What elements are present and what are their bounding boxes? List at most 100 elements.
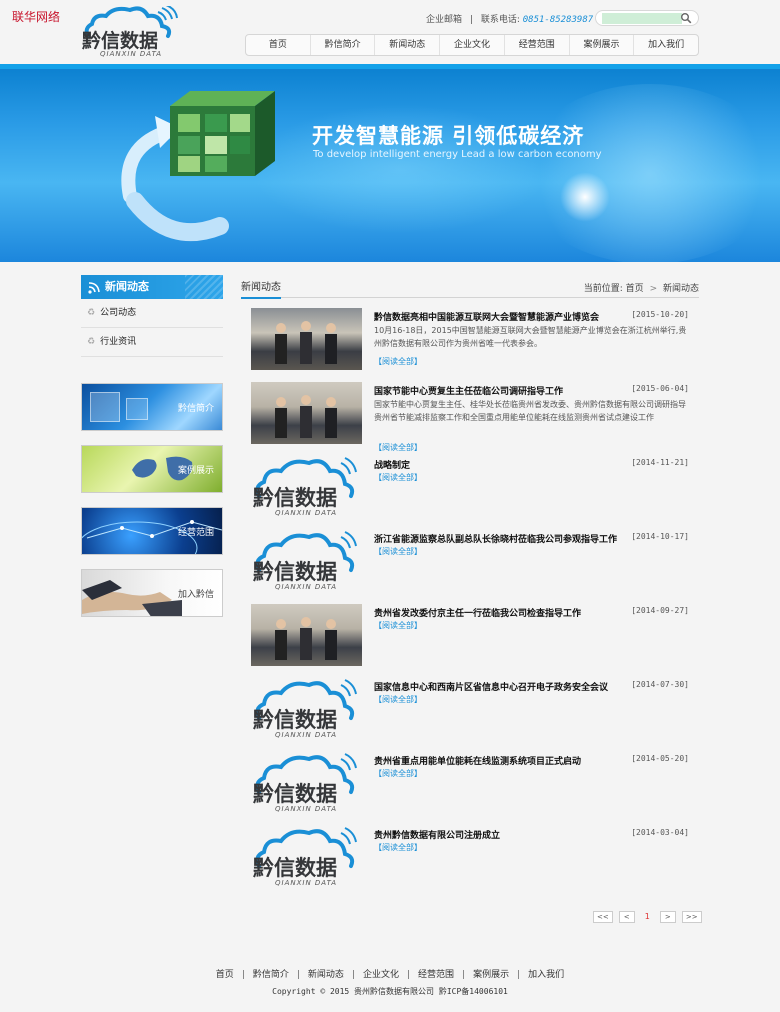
news-thumbnail-logo[interactable]: 黔信数据 QIANXIN DATA <box>251 678 362 740</box>
nav-item-about[interactable]: 黔信简介 <box>309 35 375 55</box>
news-title[interactable]: 贵州黔信数据有限公司注册成立 <box>374 828 500 841</box>
news-summary: 10月16-18日，2015中国智慧能源互联网大会暨智慧能源产业博览会在浙江杭州… <box>374 326 687 348</box>
thumbnail-logo-text: 黔信数据 <box>253 486 337 510</box>
news-thumbnail-logo[interactable]: 黔信数据 QIANXIN DATA <box>251 752 362 814</box>
email-link[interactable]: 企业邮箱 <box>426 15 462 25</box>
thumbnail-logo-subtext: QIANXIN DATA <box>275 583 338 591</box>
sidebar-item-label: 公司动态 <box>100 308 137 318</box>
news-item: 黔信数据 QIANXIN DATA 贵州省重点用能单位能耗在线监测系统项目正式启动 [… <box>251 752 689 816</box>
news-thumbnail-photo[interactable] <box>251 308 362 370</box>
thumbnail-logo-subtext: QIANXIN DATA <box>275 509 338 517</box>
banner-headline: 开发智慧能源 引领低碳经济 <box>312 124 585 148</box>
read-more-link[interactable]: 【阅读全部】 <box>374 694 422 705</box>
read-more-link[interactable]: 【阅读全部】 <box>374 620 422 631</box>
last-page-button[interactable]: >> <box>681 911 702 923</box>
news-item: 国家节能中心贾复生主任莅临公司调研指导工作 [2015-06-04] 国家节能中心贾… <box>251 382 689 452</box>
logo-text: 黔信数据 <box>82 30 159 52</box>
page: 联华网络 黔信数据 QIANXIN DATA 企业邮箱 | 联系电话: 0851… <box>0 0 780 1012</box>
news-title[interactable]: 浙江省能源监察总队副总队长徐晓村莅临我公司参观指导工作 <box>374 532 617 545</box>
read-more-link[interactable]: 【阅读全部】 <box>374 442 422 453</box>
promo-cases[interactable]: 案例展示 <box>81 445 223 493</box>
cube-arrow-graphic <box>121 91 275 242</box>
promo-label: 案例展示 <box>177 466 214 476</box>
thumbnail-logo-subtext: QIANXIN DATA <box>275 805 338 813</box>
news-title[interactable]: 贵州省重点用能单位能耗在线监测系统项目正式启动 <box>374 754 581 767</box>
divider: | <box>296 970 300 980</box>
read-more-link[interactable]: 【阅读全部】 <box>374 842 422 853</box>
corner-label: 联华网络 <box>12 10 61 24</box>
nav-item-home[interactable]: 首页 <box>246 35 310 55</box>
news-thumbnail-logo[interactable]: 黔信数据 QIANXIN DATA <box>251 456 362 518</box>
promo-about[interactable]: 黔信简介 <box>81 383 223 431</box>
title-stripes <box>185 275 223 299</box>
footer-link-home[interactable]: 首页 <box>216 970 234 980</box>
search-box <box>595 10 699 26</box>
footer-link-culture[interactable]: 企业文化 <box>363 970 399 980</box>
read-more-link[interactable]: 【阅读全部】 <box>374 472 422 483</box>
news-title[interactable]: 国家节能中心贾复生主任莅临公司调研指导工作 <box>374 384 563 397</box>
sidebar-title-label: 新闻动态 <box>105 280 149 293</box>
news-item: 黔信数据 QIANXIN DATA 贵州黔信数据有限公司注册成立 [2014-03-0… <box>251 826 689 890</box>
nav-item-culture[interactable]: 企业文化 <box>439 35 504 55</box>
news-thumbnail-logo[interactable]: 黔信数据 QIANXIN DATA <box>251 826 362 888</box>
sidebar-item-industry-news[interactable]: ♻ 行业资讯 <box>81 328 223 357</box>
divider: | <box>407 970 411 980</box>
divider: | <box>351 970 355 980</box>
company-logo[interactable]: 黔信数据 QIANXIN DATA <box>80 6 180 62</box>
banner-subline: To develop intelligent energy Lead a low… <box>313 149 602 160</box>
section-title: 新闻动态 <box>241 278 281 299</box>
first-page-button[interactable]: << <box>593 911 613 923</box>
promo-join[interactable]: 加入黔信 <box>81 569 223 617</box>
breadcrumb: 当前位置: 首页 > 新闻动态 <box>584 281 699 294</box>
news-thumbnail-photo[interactable] <box>251 604 362 666</box>
promo-business[interactable]: 经营范围 <box>81 507 223 555</box>
footer-link-join[interactable]: 加入我们 <box>528 970 564 980</box>
read-more-link[interactable]: 【阅读全部】 <box>374 356 422 367</box>
promo-label: 加入黔信 <box>177 590 214 600</box>
breadcrumb-home[interactable]: 首页 <box>626 284 644 294</box>
thumbnail-logo-subtext: QIANXIN DATA <box>275 731 338 739</box>
news-title[interactable]: 黔信数据亮相中国能源互联网大会暨智慧能源产业博览会 <box>374 310 599 323</box>
footer-link-cases[interactable]: 案例展示 <box>473 970 509 980</box>
read-more-link[interactable]: 【阅读全部】 <box>374 768 422 779</box>
promo-label: 经营范围 <box>177 528 214 538</box>
breadcrumb-prefix: 当前位置: <box>583 284 623 294</box>
news-thumbnail-photo[interactable] <box>251 382 362 444</box>
news-title[interactable]: 战略制定 <box>374 458 410 471</box>
nav-item-news[interactable]: 新闻动态 <box>374 35 439 55</box>
sidebar: 新闻动态 ♻ 公司动态 ♻ 行业资讯 <box>81 275 223 357</box>
news-title[interactable]: 贵州省发改委付京主任一行莅临我公司检查指导工作 <box>374 606 581 619</box>
main-nav: 首页 黔信简介 新闻动态 企业文化 经营范围 案例展示 加入我们 <box>245 34 699 56</box>
banner-sparkle <box>560 172 610 222</box>
top-links: 企业邮箱 | 联系电话: 0851-85283987 <box>426 12 593 25</box>
promo-label: 黔信简介 <box>177 404 214 414</box>
breadcrumb-current: 新闻动态 <box>662 284 699 294</box>
footer-nav: 首页 | 黔信简介 | 新闻动态 | 企业文化 | 经营范围 | 案例展示 | 加入我们 <box>0 967 780 980</box>
banner-top-stripe <box>0 64 780 69</box>
sidebar-item-company-news[interactable]: ♻ 公司动态 <box>81 299 223 328</box>
phone-number: 0851-85283987 <box>522 15 594 25</box>
read-more-link[interactable]: 【阅读全部】 <box>374 546 422 557</box>
footer-link-news[interactable]: 新闻动态 <box>308 970 344 980</box>
news-thumbnail-logo[interactable]: 黔信数据 QIANXIN DATA <box>251 530 362 592</box>
logo-subtext: QIANXIN DATA <box>100 50 163 58</box>
photo-people-graphic <box>275 395 337 438</box>
news-date: [2014-05-20] <box>631 754 689 763</box>
footer-link-about[interactable]: 黔信简介 <box>253 970 289 980</box>
search-input[interactable] <box>602 13 682 24</box>
nav-item-join[interactable]: 加入我们 <box>633 35 698 55</box>
banner-glow <box>520 84 780 262</box>
pagination: << < 1 > >> <box>593 911 702 923</box>
nav-item-business[interactable]: 经营范围 <box>503 35 569 55</box>
footer-link-business[interactable]: 经营范围 <box>418 970 454 980</box>
page-number[interactable]: 1 <box>641 911 654 923</box>
divider: | <box>241 970 245 980</box>
next-page-button[interactable]: > <box>659 911 676 923</box>
news-item: 黔信数据 QIANXIN DATA 战略制定 [2014-11-21] 【阅读全部】 <box>251 456 689 520</box>
news-title[interactable]: 国家信息中心和西南片区省信息中心召开电子政务安全会议 <box>374 680 608 693</box>
news-date: [2015-10-20] <box>631 310 689 319</box>
nav-item-cases[interactable]: 案例展示 <box>568 35 634 55</box>
prev-page-button[interactable]: < <box>618 911 635 923</box>
search-icon[interactable] <box>680 12 692 24</box>
news-date: [2014-03-04] <box>631 828 689 837</box>
